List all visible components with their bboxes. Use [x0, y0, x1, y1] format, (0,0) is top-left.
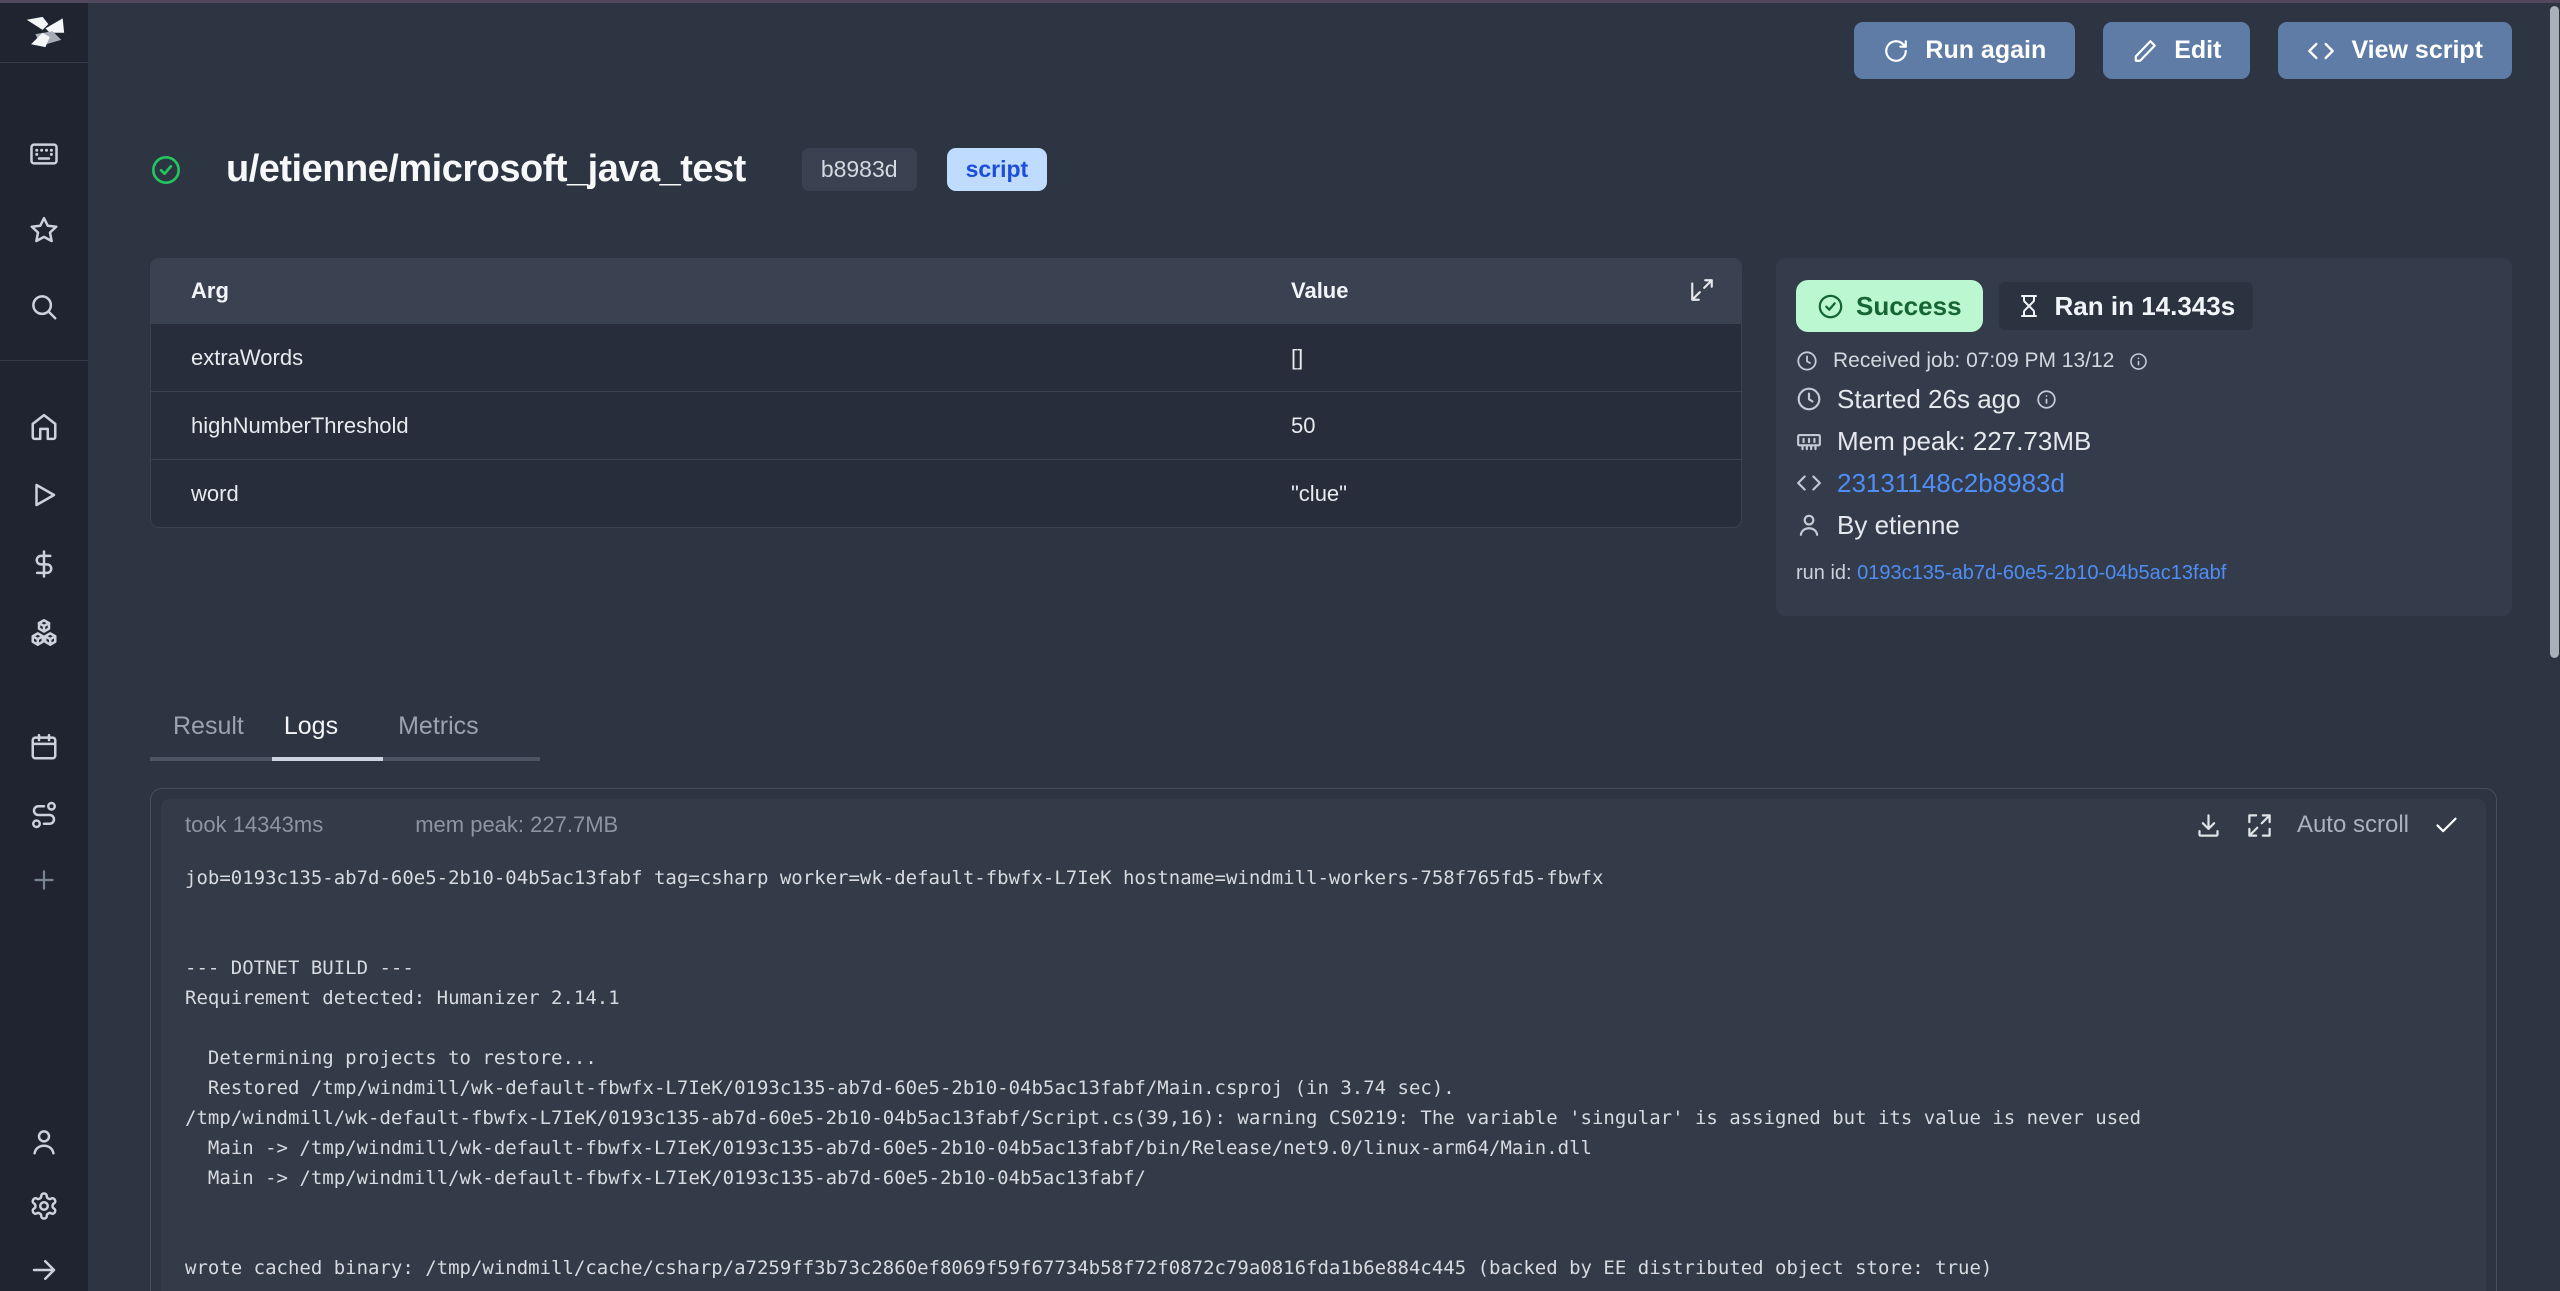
- col-value: Value: [1251, 278, 1741, 304]
- user-icon[interactable]: [0, 1126, 88, 1158]
- log-output: job=0193c135-ab7d-60e5-2b10-04b5ac13fabf…: [161, 843, 2486, 1283]
- success-check-circle-icon: [150, 154, 182, 186]
- runs-play-icon[interactable]: [0, 479, 88, 511]
- expand-table-icon[interactable]: [1689, 277, 1715, 303]
- topbar-actions: Run again Edit View script: [1854, 22, 2512, 79]
- sidebar: [0, 0, 88, 1291]
- status-label: Success: [1856, 291, 1962, 322]
- pencil-icon: [2132, 38, 2158, 64]
- script-hash-link[interactable]: 23131148c2b8983d: [1837, 468, 2065, 499]
- tab-logs[interactable]: Logs: [272, 712, 383, 761]
- log-line: /tmp/windmill/wk-default-fbwfx-L7IeK/019…: [185, 1103, 2486, 1133]
- tab-metrics[interactable]: Metrics: [383, 712, 514, 761]
- arg-name: highNumberThreshold: [151, 413, 1251, 439]
- schedules-calendar-icon[interactable]: [0, 731, 88, 763]
- page-title: u/etienne/microsoft_java_test: [226, 148, 746, 191]
- run-again-label: Run again: [1925, 36, 2046, 65]
- tabs-underline-filler: [514, 716, 540, 761]
- arg-value: 50: [1251, 413, 1741, 439]
- run-again-button[interactable]: Run again: [1854, 22, 2075, 79]
- job-info-card: Success Ran in 14.343s Received job: 07:…: [1776, 258, 2512, 616]
- home-icon[interactable]: [0, 411, 88, 443]
- view-script-label: View script: [2351, 36, 2483, 65]
- arg-name: extraWords: [151, 345, 1251, 371]
- tab-result[interactable]: Result: [150, 712, 272, 761]
- log-line: --- DOTNET BUILD ---: [185, 953, 2486, 983]
- log-line: Main -> /tmp/windmill/wk-default-fbwfx-L…: [185, 1163, 2486, 1193]
- table-row: extraWords []: [151, 323, 1741, 391]
- page-scrollbar[interactable]: [2550, 6, 2559, 658]
- log-line: Restored /tmp/windmill/wk-default-fbwfx-…: [185, 1073, 2486, 1103]
- by-user-label: By etienne: [1837, 510, 1960, 541]
- args-table: Arg Value extraWords [] highNumberThresh…: [150, 258, 1742, 528]
- arg-name: word: [151, 481, 1251, 507]
- add-plus-icon[interactable]: [0, 866, 88, 894]
- flows-route-icon[interactable]: [0, 799, 88, 831]
- edit-button[interactable]: Edit: [2103, 22, 2250, 79]
- log-line: [185, 1193, 2486, 1223]
- ran-in-label: Ran in 14.343s: [2055, 291, 2236, 322]
- resources-boxes-icon[interactable]: [0, 617, 88, 649]
- log-mem-peak-label: mem peak: 227.7MB: [415, 812, 618, 838]
- started-label: Started 26s ago: [1837, 384, 2021, 415]
- windmill-logo[interactable]: [0, 10, 88, 54]
- log-line: Main -> /tmp/windmill/wk-default-fbwfx-L…: [185, 1133, 2486, 1163]
- log-line: [185, 893, 2486, 923]
- expand-logs-icon[interactable]: [2246, 812, 2273, 839]
- search-icon[interactable]: [0, 291, 88, 323]
- log-line: Determining projects to restore...: [185, 1043, 2486, 1073]
- table-row: word "clue": [151, 459, 1741, 527]
- auto-scroll-label: Auto scroll: [2297, 811, 2409, 839]
- collapse-arrow-right-icon[interactable]: [0, 1254, 88, 1286]
- log-took-label: took 14343ms: [185, 812, 323, 838]
- favorites-star-icon[interactable]: [0, 214, 88, 246]
- clock-icon: [1796, 386, 1822, 412]
- received-job-label: Received job: 07:09 PM 13/12: [1833, 349, 2114, 373]
- code-icon: [2307, 37, 2335, 65]
- log-line: [185, 1223, 2486, 1253]
- log-line: [185, 1013, 2486, 1043]
- apps-keyboard-icon[interactable]: [0, 138, 88, 170]
- sidebar-divider: [0, 360, 88, 361]
- log-line: job=0193c135-ab7d-60e5-2b10-04b5ac13fabf…: [185, 863, 2486, 893]
- ran-in-badge: Ran in 14.343s: [1999, 282, 2254, 330]
- hash-badge: b8983d: [802, 148, 917, 191]
- check-circle-icon: [1817, 293, 1844, 320]
- log-line: Requirement detected: Humanizer 2.14.1: [185, 983, 2486, 1013]
- hourglass-icon: [2017, 294, 2041, 318]
- log-header: took 14343ms mem peak: 227.7MB Auto scro…: [161, 799, 2486, 843]
- clock-icon: [1796, 350, 1818, 372]
- log-line: wrote cached binary: /tmp/windmill/cache…: [185, 1253, 2486, 1283]
- log-line: [185, 923, 2486, 953]
- refresh-icon: [1883, 38, 1909, 64]
- status-badge: Success: [1796, 280, 1983, 332]
- arg-value: "clue": [1251, 481, 1741, 507]
- edit-label: Edit: [2174, 36, 2221, 65]
- view-script-button[interactable]: View script: [2278, 22, 2512, 79]
- info-icon[interactable]: [2129, 352, 2148, 371]
- top-accent-line: [0, 0, 2560, 3]
- settings-gear-icon[interactable]: [0, 1190, 88, 1222]
- info-icon[interactable]: [2036, 389, 2057, 410]
- memory-icon: [1796, 428, 1822, 454]
- log-viewer[interactable]: took 14343ms mem peak: 227.7MB Auto scro…: [161, 799, 2486, 1291]
- sidebar-divider: [0, 62, 88, 63]
- title-row: u/etienne/microsoft_java_test b8983d scr…: [150, 148, 1047, 191]
- run-id-link[interactable]: 0193c135-ab7d-60e5-2b10-04b5ac13fabf: [1857, 562, 2226, 584]
- auto-scroll-checkbox[interactable]: [2433, 812, 2460, 839]
- logs-panel: took 14343ms mem peak: 227.7MB Auto scro…: [150, 788, 2497, 1291]
- code-icon: [1796, 470, 1822, 496]
- download-logs-icon[interactable]: [2195, 812, 2222, 839]
- result-tabs: Result Logs Metrics: [150, 712, 540, 761]
- table-row: highNumberThreshold 50: [151, 391, 1741, 459]
- args-table-header: Arg Value: [151, 259, 1741, 323]
- col-arg: Arg: [151, 278, 1251, 304]
- variables-dollar-icon[interactable]: [0, 548, 88, 580]
- script-kind-badge: script: [947, 148, 1048, 191]
- run-id-label: run id:: [1796, 562, 1852, 584]
- mem-peak-label: Mem peak: 227.73MB: [1837, 426, 2091, 457]
- user-icon: [1796, 512, 1822, 538]
- arg-value: []: [1251, 345, 1741, 371]
